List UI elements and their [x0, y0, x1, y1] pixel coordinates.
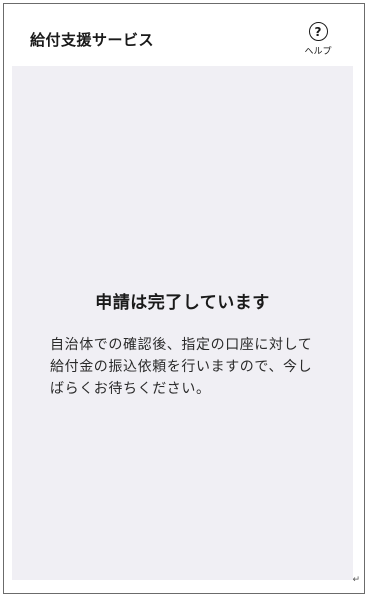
completion-message: 自治体での確認後、指定の口座に対して給付金の振込依頼を行いますので、今しばらくお… [50, 337, 313, 397]
question-circle-icon: ? [308, 22, 328, 41]
header: 給付支援サービス ? ヘルプ [4, 4, 364, 66]
completion-title: 申請は完了しています [95, 293, 270, 313]
help-button[interactable]: ? ヘルプ [298, 22, 338, 58]
app-title: 給付支援サービス [30, 31, 155, 49]
content-panel: 申請は完了しています 自治体での確認後、指定の口座に対して給付金の振込依頼を行い… [12, 66, 353, 580]
app-frame: 給付支援サービス ? ヘルプ 申請は完了しています 自治体での確認後、指定の口座… [3, 3, 365, 594]
return-mark: ↵ [352, 575, 360, 585]
help-label: ヘルプ [304, 47, 332, 57]
